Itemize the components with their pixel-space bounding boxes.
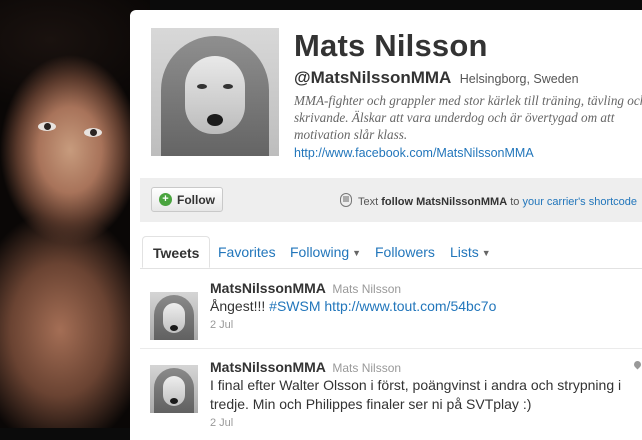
tweet-display-name: Mats Nilsson [332,361,402,375]
tweet-date[interactable]: 2 Jul [210,417,233,429]
background-photo [0,0,150,428]
tab-following-label: Following [290,244,350,260]
handle-line: @MatsNilssonMMA Helsingborg, Sweden [294,68,579,88]
tweet-avatar[interactable] [150,365,198,413]
profile-handle: @MatsNilssonMMA [294,68,452,87]
tweet-username[interactable]: MatsNilssonMMA [210,359,326,375]
sms-follow-hint: Text follow MatsNilssonMMA to your carri… [340,193,637,208]
tweet-item[interactable]: MatsNilssonMMA Mats Nilsson Ångest!!! #S… [140,268,642,349]
tweet-link[interactable]: http://www.tout.com/54bc7o [324,298,496,314]
phone-icon [340,193,352,207]
chevron-down-icon: ▼ [352,248,362,258]
plus-icon: + [159,193,172,206]
profile-url-link[interactable]: http://www.facebook.com/MatsNilssonMMA [294,146,534,160]
profile-bio: MMA-fighter och grappler med stor kärlek… [294,93,642,142]
sms-to: to [510,196,520,208]
tab-following[interactable]: Following ▼ [290,236,361,268]
location-pin-icon[interactable] [632,359,642,370]
hashtag-link[interactable]: #SWSM [269,298,320,314]
profile-name: Mats Nilsson [294,28,488,63]
profile-tabs: Tweets Favorites Following ▼ Followers Li… [140,236,642,269]
profile-location: Helsingborg, Sweden [459,72,579,86]
tab-followers[interactable]: Followers [375,236,435,268]
background-photo-eye [38,122,56,131]
chevron-down-icon: ▼ [481,248,491,258]
tweet-username[interactable]: MatsNilssonMMA [210,280,326,296]
action-bar: + Follow Text follow MatsNilssonMMA to y… [140,178,642,222]
tweet-header: MatsNilssonMMA Mats Nilsson [210,359,401,377]
tab-favorites[interactable]: Favorites [218,236,276,268]
tab-lists-label: Lists [450,244,479,260]
tab-tweets[interactable]: Tweets [142,236,211,268]
follow-button[interactable]: + Follow [151,187,223,212]
tweet-display-name: Mats Nilsson [332,282,402,296]
tweet-text: Ångest!!! #SWSM http://www.tout.com/54bc… [210,297,642,316]
tweet-text-plain: Ångest!!! [210,298,266,314]
background-photo-eye [84,128,102,137]
tweet-avatar[interactable] [150,292,198,340]
follow-button-label: Follow [177,192,215,207]
carrier-shortcode-link[interactable]: your carrier's shortcode [522,196,637,208]
tweet-item[interactable]: MatsNilssonMMA Mats Nilsson I final efte… [140,349,642,439]
sms-command: follow MatsNilssonMMA [381,196,508,208]
profile-avatar[interactable] [151,28,279,156]
tweet-header: MatsNilssonMMA Mats Nilsson [210,280,401,298]
tweet-text: I final efter Walter Olsson i först, poä… [210,377,622,412]
tab-lists[interactable]: Lists ▼ [450,236,491,268]
profile-panel: Mats Nilsson @MatsNilssonMMA Helsingborg… [130,10,642,440]
tweet-date[interactable]: 2 Jul [210,319,233,331]
sms-prefix: Text [358,196,379,208]
